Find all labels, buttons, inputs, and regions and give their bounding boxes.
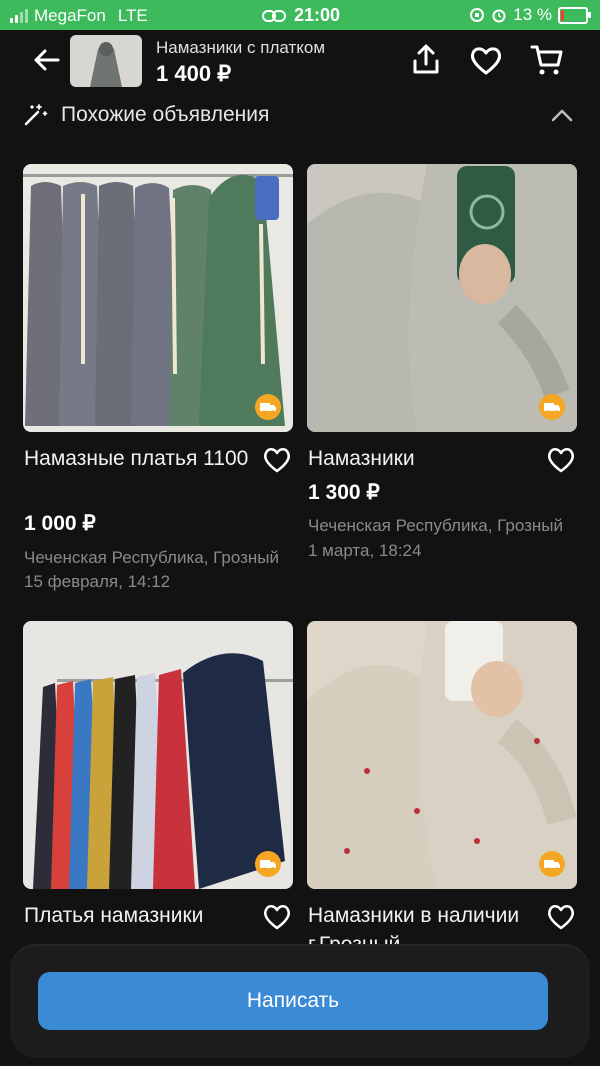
delivery-truck-icon [539, 394, 565, 420]
delivery-truck-icon [539, 851, 565, 877]
header-price: 1 400 ₽ [156, 61, 232, 86]
back-arrow-icon[interactable] [30, 44, 62, 76]
listing-title[interactable]: Намазники [308, 444, 538, 473]
heart-icon[interactable] [468, 42, 504, 78]
heart-icon[interactable] [261, 443, 293, 475]
similar-listings-header[interactable]: Похожие объявления [0, 98, 600, 136]
write-message-button[interactable]: Написать [38, 972, 548, 1030]
share-icon[interactable] [408, 42, 444, 78]
listing-date: 15 февраля, 14:12 [24, 572, 171, 591]
alarm-icon [492, 9, 506, 23]
bottom-action-panel: Написать [10, 946, 590, 1058]
top-bar: Намазники с платком 1 400 ₽ [0, 30, 600, 96]
delivery-truck-icon [255, 851, 281, 877]
heart-icon[interactable] [261, 900, 293, 932]
listing-title[interactable]: Намазные платья 1100 [24, 444, 254, 473]
listing-price: 1 000 ₽ [24, 512, 96, 535]
listing-card[interactable]: Намазники в наличии г.Грозный [307, 621, 577, 956]
similar-listings-label: Похожие объявления [61, 103, 270, 126]
battery-percent: 13 % [513, 5, 552, 24]
network-type: LTE [117, 6, 148, 25]
listing-photo[interactable] [307, 164, 577, 432]
signal-icon [10, 9, 28, 23]
listing-card[interactable]: Платья намазники [23, 621, 293, 930]
delivery-truck-icon [255, 394, 281, 420]
listing-card[interactable]: Намазные платья 1100 1 000 ₽ Чеченская Р… [23, 164, 293, 591]
clock: 21:00 [294, 5, 341, 25]
link-icon [262, 9, 286, 22]
status-bar: MegaFon LTE 21:00 13 % [0, 0, 600, 30]
listing-photo[interactable] [307, 621, 577, 889]
chevron-up-icon[interactable] [548, 102, 576, 130]
battery-icon [558, 6, 591, 24]
listing-thumbnail[interactable] [70, 35, 142, 87]
listing-photo[interactable] [23, 621, 293, 889]
listing-location: Чеченская Республика, Грозный [24, 548, 280, 567]
listing-photo[interactable] [23, 164, 293, 432]
magic-wand-icon [24, 104, 48, 126]
cart-icon[interactable] [529, 42, 565, 78]
listing-title[interactable]: Платья намазники [24, 901, 254, 930]
page-title: Намазники с платком [156, 38, 326, 57]
carrier-name: MegaFon [34, 6, 106, 25]
heart-icon[interactable] [545, 443, 577, 475]
listing-date: 1 марта, 18:24 [308, 541, 422, 560]
heart-icon[interactable] [545, 900, 577, 932]
rotation-lock-icon [470, 8, 485, 22]
listing-card[interactable]: Намазники 1 300 ₽ Чеченская Республика, … [307, 164, 577, 560]
listing-location: Чеченская Республика, Грозный [308, 516, 564, 535]
listing-price: 1 300 ₽ [308, 481, 380, 504]
